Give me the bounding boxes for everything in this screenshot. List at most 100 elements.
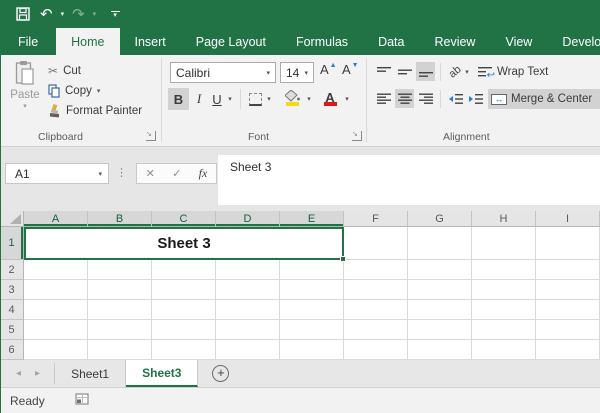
cell-G4[interactable]	[408, 300, 472, 320]
cell-C4[interactable]	[152, 300, 216, 320]
cell-D2[interactable]	[216, 260, 280, 280]
row-header-3[interactable]: 3	[0, 280, 24, 300]
cell-F6[interactable]	[344, 340, 408, 360]
cell-A6[interactable]	[24, 340, 88, 360]
new-sheet-button[interactable]: +	[212, 360, 229, 387]
middle-align-button[interactable]	[395, 62, 414, 81]
previous-sheet-icon[interactable]: ◂	[16, 368, 21, 379]
cell-D5[interactable]	[216, 320, 280, 340]
cell-F3[interactable]	[344, 280, 408, 300]
bottom-align-button[interactable]	[416, 62, 435, 81]
cell-G5[interactable]	[408, 320, 472, 340]
cell-I6[interactable]	[536, 340, 600, 360]
column-header-G[interactable]: G	[408, 211, 472, 227]
font-color-button[interactable]: A	[320, 88, 340, 110]
cell-D3[interactable]	[216, 280, 280, 300]
cell-G3[interactable]	[408, 280, 472, 300]
enter-button[interactable]: ✓	[172, 167, 181, 180]
cell-E3[interactable]	[280, 280, 344, 300]
wrap-text-button[interactable]: ↩ Wrap Text	[474, 62, 551, 82]
cell-G1[interactable]	[408, 227, 472, 260]
bold-button[interactable]: B	[168, 88, 189, 110]
cell-A4[interactable]	[24, 300, 88, 320]
cell-B5[interactable]	[88, 320, 152, 340]
paste-dropdown[interactable]: ▾	[23, 102, 27, 110]
font-color-dropdown[interactable]: ▾	[342, 88, 352, 110]
tab-view[interactable]: View	[490, 28, 547, 55]
name-box[interactable]: A1 ▾	[5, 163, 109, 184]
cell-A2[interactable]	[24, 260, 88, 280]
cell-G2[interactable]	[408, 260, 472, 280]
cell-A5[interactable]	[24, 320, 88, 340]
sheet-tab-sheet1[interactable]: Sheet1	[55, 360, 126, 387]
column-header-E[interactable]: E	[280, 211, 344, 227]
cell-H6[interactable]	[472, 340, 536, 360]
fill-handle[interactable]	[340, 256, 346, 262]
column-header-H[interactable]: H	[472, 211, 536, 227]
cell-C2[interactable]	[152, 260, 216, 280]
paste-button[interactable]: Paste ▾	[4, 60, 46, 126]
column-header-F[interactable]: F	[344, 211, 408, 227]
formula-bar-input[interactable]: Sheet 3	[218, 155, 600, 205]
cell-C5[interactable]	[152, 320, 216, 340]
cell-B2[interactable]	[88, 260, 152, 280]
cell-C3[interactable]	[152, 280, 216, 300]
font-size-combobox[interactable]: 14 ▾	[280, 62, 314, 83]
fill-color-dropdown[interactable]: ▾	[304, 88, 314, 110]
undo-button[interactable]: ↶	[36, 3, 57, 25]
cell-F2[interactable]	[344, 260, 408, 280]
merge-center-button[interactable]: ↔ Merge & Center	[488, 89, 600, 109]
clipboard-dialog-launcher[interactable]: ↘	[146, 131, 156, 141]
cell-E2[interactable]	[280, 260, 344, 280]
column-header-B[interactable]: B	[88, 211, 152, 227]
cell-G6[interactable]	[408, 340, 472, 360]
redo-button[interactable]: ↷	[68, 3, 89, 25]
cell-B3[interactable]	[88, 280, 152, 300]
column-header-C[interactable]: C	[152, 211, 216, 227]
increase-indent-button[interactable]	[466, 89, 485, 108]
format-painter-button[interactable]: Format Painter	[48, 101, 142, 120]
tab-developer[interactable]: Developer	[547, 28, 600, 55]
row-header-4[interactable]: 4	[0, 300, 24, 320]
cell-I2[interactable]	[536, 260, 600, 280]
cell-B4[interactable]	[88, 300, 152, 320]
row-header-5[interactable]: 5	[0, 320, 24, 340]
select-all-corner[interactable]	[0, 211, 24, 227]
row-header-6[interactable]: 6	[0, 340, 24, 360]
orientation-button[interactable]: ab ▾	[446, 62, 472, 82]
align-right-button[interactable]	[416, 89, 435, 108]
borders-dropdown[interactable]: ▾	[264, 88, 274, 110]
tab-data[interactable]: Data	[363, 28, 419, 55]
align-left-button[interactable]	[374, 89, 393, 108]
cell-H3[interactable]	[472, 280, 536, 300]
cell-E5[interactable]	[280, 320, 344, 340]
center-button[interactable]	[395, 89, 414, 108]
cell-H5[interactable]	[472, 320, 536, 340]
borders-button[interactable]	[246, 88, 264, 110]
tab-file[interactable]: File	[0, 28, 56, 55]
font-dialog-launcher[interactable]: ↘	[352, 131, 362, 141]
cell-D6[interactable]	[216, 340, 280, 360]
row-header-2[interactable]: 2	[0, 260, 24, 280]
redo-dropdown[interactable]: ▾	[91, 3, 99, 25]
decrease-indent-button[interactable]	[446, 89, 465, 108]
cell-I4[interactable]	[536, 300, 600, 320]
font-name-combobox[interactable]: Calibri ▾	[170, 62, 276, 83]
cell-F4[interactable]	[344, 300, 408, 320]
cell-H2[interactable]	[472, 260, 536, 280]
cell-I5[interactable]	[536, 320, 600, 340]
cancel-button[interactable]: ✕	[146, 167, 155, 180]
cell-C6[interactable]	[152, 340, 216, 360]
column-header-D[interactable]: D	[216, 211, 280, 227]
row-header-1[interactable]: 1	[0, 227, 24, 260]
cell-F5[interactable]	[344, 320, 408, 340]
increase-font-size-button[interactable]: A▲	[320, 62, 337, 82]
formula-bar-splitter[interactable]: ⋮	[116, 166, 127, 179]
sheet-tab-sheet3[interactable]: Sheet3	[126, 360, 198, 387]
cell-A3[interactable]	[24, 280, 88, 300]
record-macro-button[interactable]	[75, 392, 89, 410]
decrease-font-size-button[interactable]: A▼	[342, 62, 359, 82]
tab-page-layout[interactable]: Page Layout	[181, 28, 281, 55]
cell-E6[interactable]	[280, 340, 344, 360]
cell-E4[interactable]	[280, 300, 344, 320]
